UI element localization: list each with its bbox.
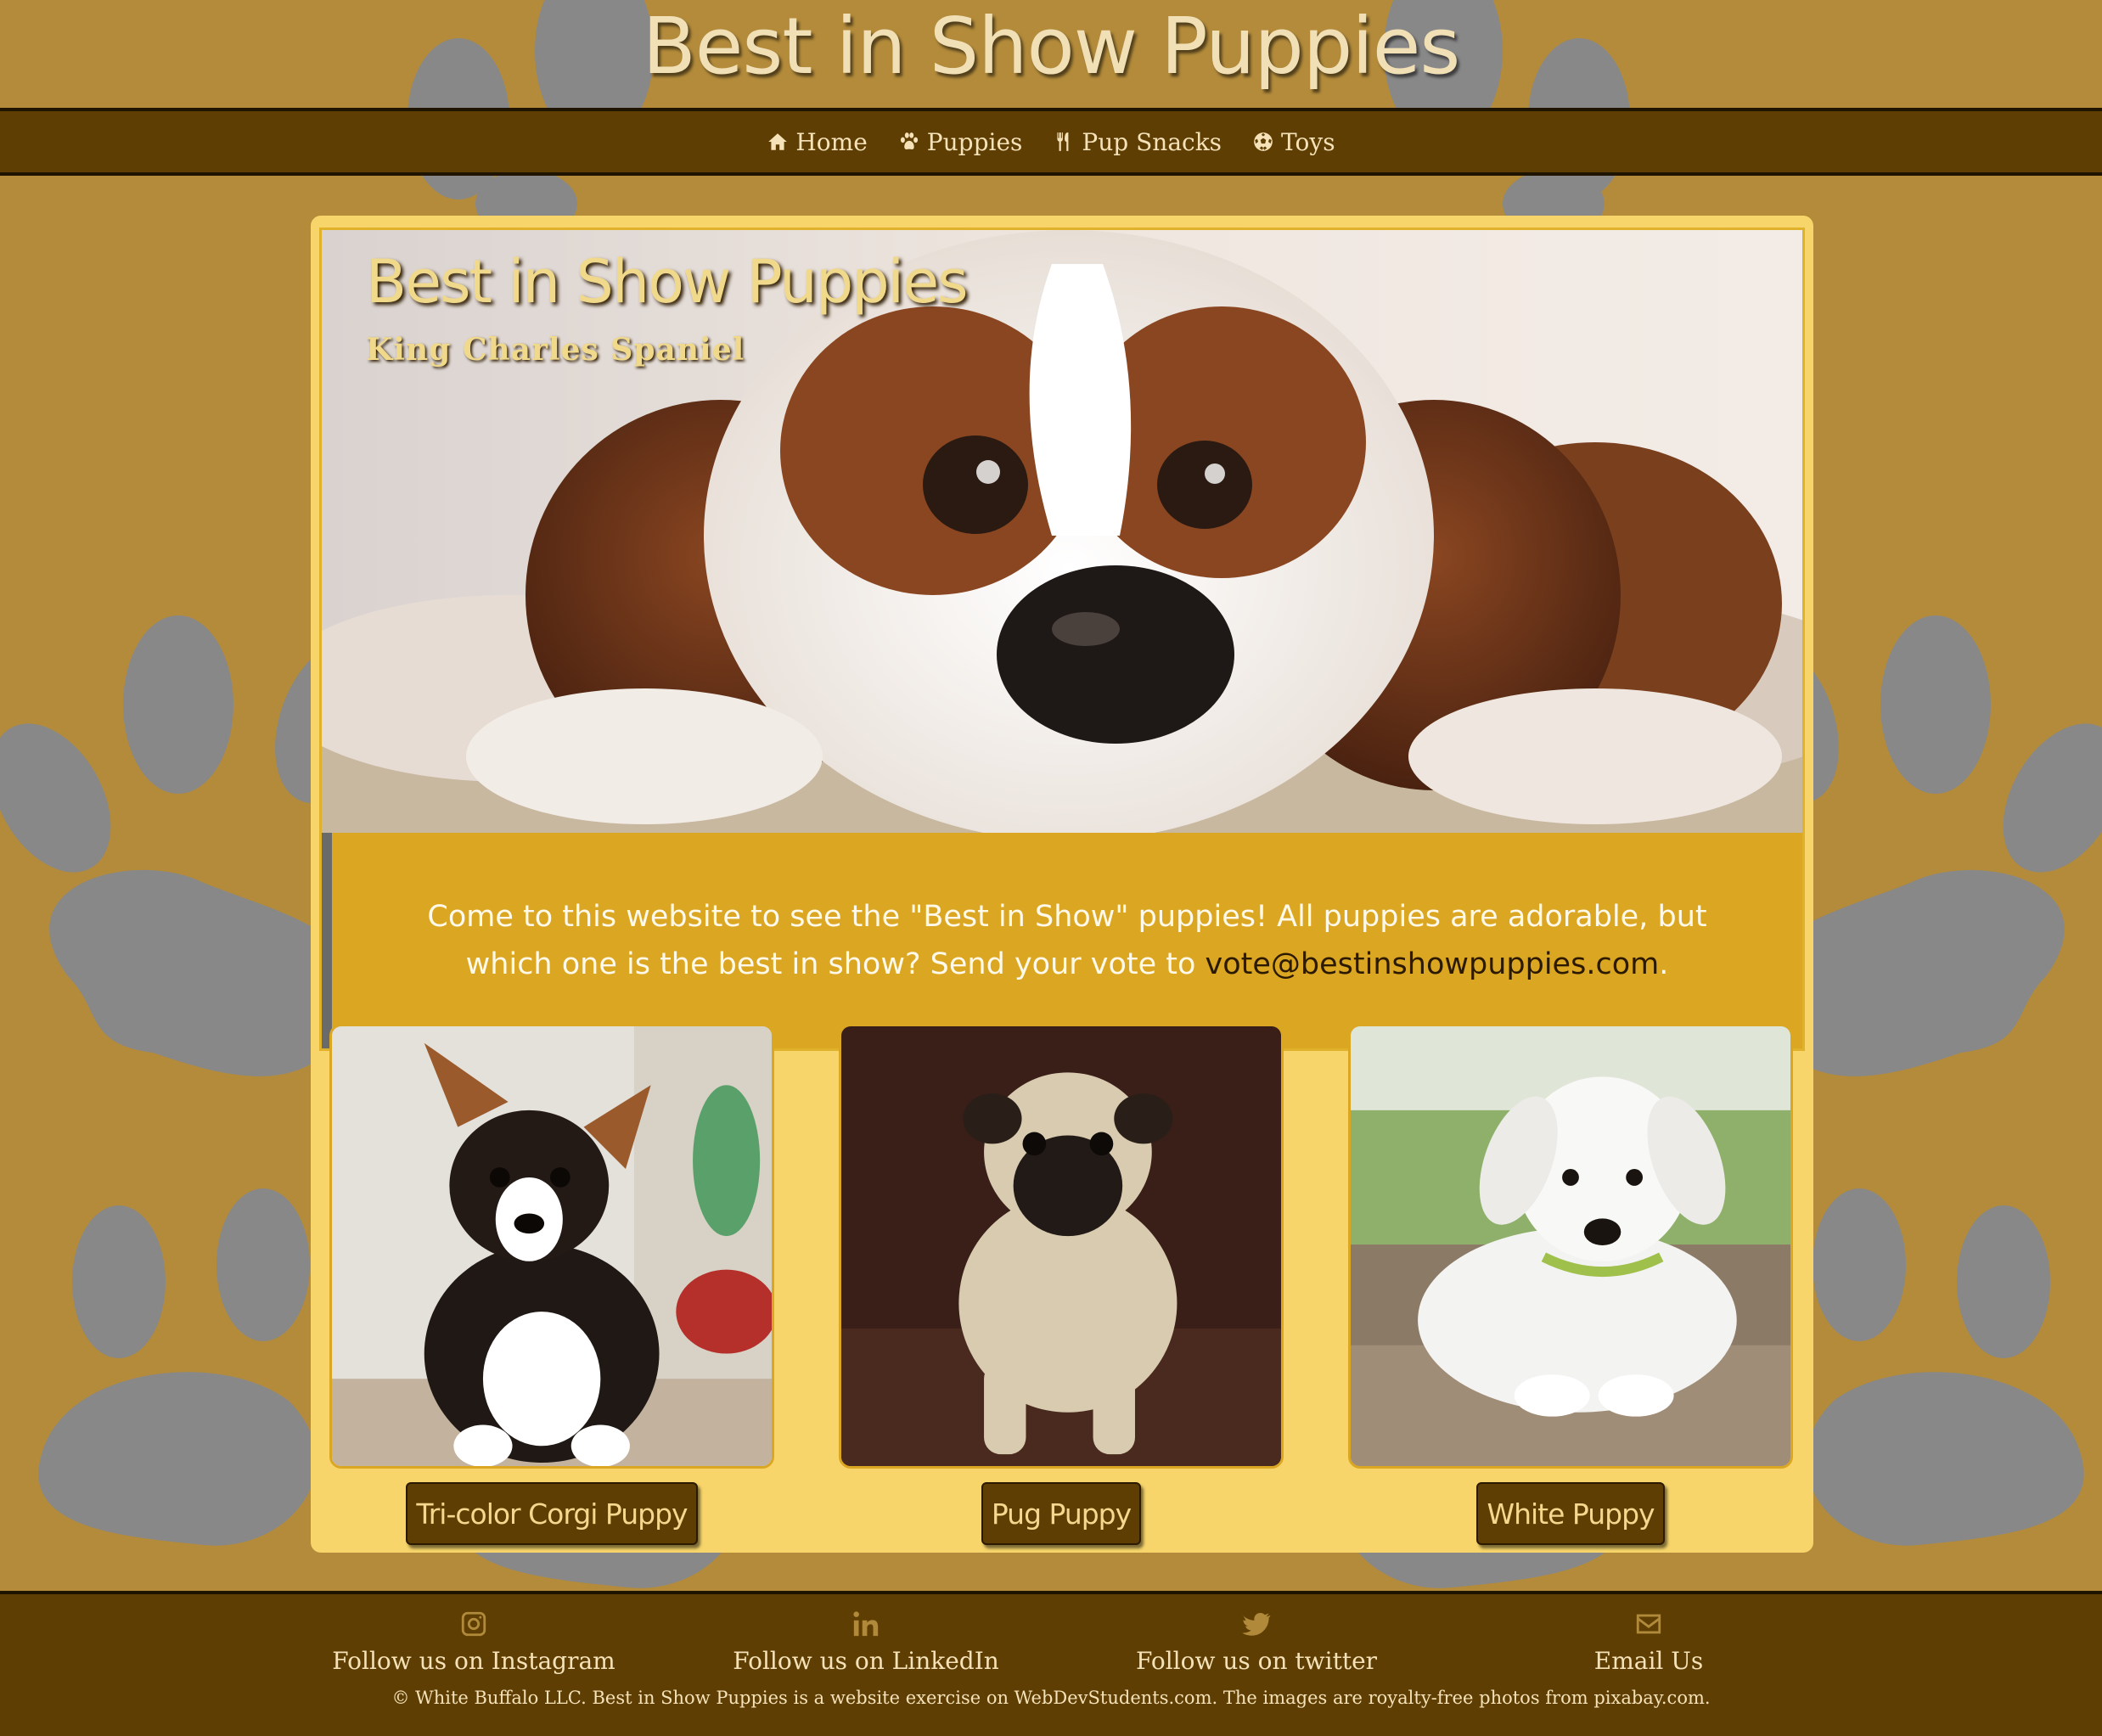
spaniel-hero-image <box>322 230 1802 833</box>
nav-item-toys[interactable]: Toys <box>1252 128 1335 156</box>
nav-item-label: Home <box>795 127 868 156</box>
linkedin-link[interactable]: Follow us on LinkedIn <box>688 1610 1044 1675</box>
intro-suffix: . <box>1659 947 1669 981</box>
nav-item-label: Toys <box>1281 127 1335 156</box>
pug-puppy-button[interactable]: Pug Puppy <box>981 1482 1142 1545</box>
pug-puppy-image[interactable] <box>839 1024 1284 1469</box>
copyright-text: © White Buffalo LLC. Best in Show Puppie… <box>391 1688 1711 1708</box>
white-puppy-photo <box>1351 1026 1790 1466</box>
linkedin-label: Follow us on LinkedIn <box>733 1647 999 1675</box>
nav-item-label: Puppies <box>926 127 1023 156</box>
pug-photo <box>841 1026 1281 1466</box>
instagram-icon <box>461 1611 486 1637</box>
paw-icon <box>900 132 918 149</box>
content-card: Best in Show Puppies King Charles Spanie… <box>311 216 1813 1553</box>
email-label: Email Us <box>1593 1647 1704 1675</box>
nav-item-home[interactable]: Home <box>767 127 868 156</box>
utensils-icon <box>1057 132 1069 151</box>
corgi-puppy-image[interactable] <box>329 1024 774 1469</box>
hero-subtitle: King Charles Spaniel <box>366 332 745 368</box>
linkedin-icon <box>853 1611 879 1637</box>
hero-banner: Best in Show Puppies King Charles Spanie… <box>319 228 1805 1051</box>
home-icon <box>768 133 788 150</box>
nav-item-pup-snacks[interactable]: Pup Snacks <box>1053 128 1222 156</box>
site-footer: Follow us on Instagram Follow us on Link… <box>0 1591 2102 1736</box>
main-nav: Home Puppies Pup Snacks Toys <box>0 108 2102 176</box>
corgi-puppy-button[interactable]: Tri-color Corgi Puppy <box>406 1482 698 1545</box>
twitter-label: Follow us on twitter <box>1135 1647 1378 1675</box>
instagram-label: Follow us on Instagram <box>332 1647 615 1675</box>
site-title: Best in Show Puppies <box>642 1 1461 92</box>
intro-text: Come to this website to see the "Best in… <box>322 833 1802 1048</box>
hero-title: Best in Show Puppies <box>366 247 969 317</box>
puppy-card-corgi: Tri-color Corgi Puppy <box>329 1024 774 1545</box>
twitter-link[interactable]: Follow us on twitter <box>1078 1610 1435 1675</box>
corgi-photo <box>332 1026 772 1466</box>
white-puppy-image[interactable] <box>1348 1024 1793 1469</box>
envelope-icon <box>1636 1614 1661 1634</box>
twitter-icon <box>1242 1612 1271 1636</box>
nav-item-label: Pup Snacks <box>1082 127 1222 156</box>
instagram-link[interactable]: Follow us on Instagram <box>295 1610 652 1675</box>
email-link[interactable]: Email Us <box>1470 1610 1827 1675</box>
puppy-card-white: White Puppy <box>1348 1024 1793 1545</box>
white-puppy-button[interactable]: White Puppy <box>1476 1482 1665 1545</box>
soccer-ball-icon <box>1254 132 1273 151</box>
puppy-card-pug: Pug Puppy <box>839 1024 1284 1545</box>
nav-item-puppies[interactable]: Puppies <box>898 127 1023 156</box>
vote-email-link[interactable]: vote@bestinshowpuppies.com <box>1206 947 1660 981</box>
